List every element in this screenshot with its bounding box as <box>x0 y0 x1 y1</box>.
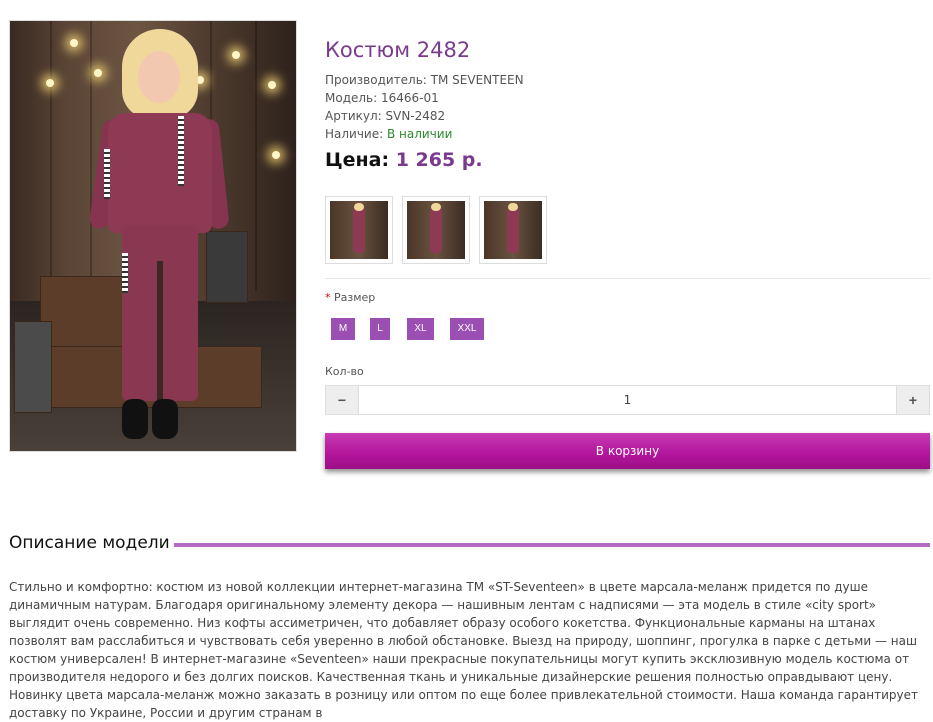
required-mark: * <box>325 291 331 304</box>
size-label: Размер <box>334 291 376 304</box>
thumbnail-3[interactable] <box>479 196 547 264</box>
availability-row: Наличие: В наличии <box>325 125 452 143</box>
thumbnail-image <box>407 201 465 259</box>
model-value: 16466-01 <box>381 91 439 105</box>
thumbnail-1[interactable] <box>325 196 393 264</box>
manufacturer-row: Производитель: TM SEVENTEEN <box>325 71 524 89</box>
availability-label: Наличие: <box>325 127 384 141</box>
size-label-row: * Размер <box>325 291 375 304</box>
model-label: Модель: <box>325 91 378 105</box>
manufacturer-value[interactable]: TM SEVENTEEN <box>431 73 524 87</box>
qty-label: Кол-во <box>325 365 364 378</box>
price-label: Цена: <box>325 149 390 171</box>
options-divider <box>325 278 930 279</box>
size-option-m[interactable]: M <box>331 318 355 340</box>
thumbnail-2[interactable] <box>402 196 470 264</box>
qty-input[interactable] <box>358 386 897 414</box>
add-to-cart-button[interactable]: В корзину <box>325 433 930 469</box>
quantity-stepper: − + <box>325 385 930 415</box>
size-option-xl[interactable]: XL <box>407 318 434 340</box>
description-heading-line <box>174 543 930 547</box>
qty-decrease-button[interactable]: − <box>326 386 358 414</box>
size-option-xxl[interactable]: XXL <box>450 318 484 340</box>
availability-status: В наличии <box>387 127 453 141</box>
sku-value: SVN-2482 <box>385 109 446 123</box>
price-value: 1 265 р. <box>395 149 483 171</box>
product-main-image[interactable] <box>9 20 297 452</box>
qty-increase-button[interactable]: + <box>897 386 929 414</box>
price-row: Цена: 1 265 р. <box>325 149 483 171</box>
description-text: Стильно и комфортно: костюм из новой кол… <box>9 580 918 720</box>
thumbnail-image <box>330 201 388 259</box>
thumbnail-image <box>484 201 542 259</box>
description-heading: Описание модели <box>9 533 170 553</box>
sku-label: Артикул: <box>325 109 382 123</box>
model-row: Модель: 16466-01 <box>325 89 439 107</box>
size-option-l[interactable]: L <box>370 318 390 340</box>
sku-row: Артикул: SVN-2482 <box>325 107 445 125</box>
product-title: Костюм 2482 <box>325 38 471 62</box>
manufacturer-label: Производитель: <box>325 73 427 87</box>
